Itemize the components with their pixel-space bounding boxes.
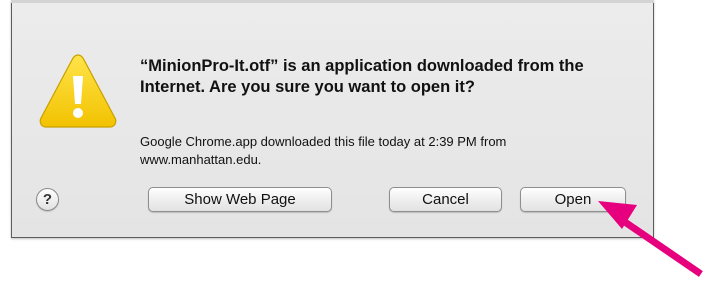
cancel-button[interactable]: Cancel — [389, 187, 502, 212]
screenshot-stage: “MinionPro-It.otf” is an application dow… — [0, 0, 704, 295]
dialog-top-edge — [11, 0, 654, 3]
alert-message: “MinionPro-It.otf” is an application dow… — [140, 57, 584, 96]
alert-informative-text: Google Chrome.app downloaded this file t… — [140, 134, 507, 167]
open-button[interactable]: Open — [520, 187, 626, 212]
help-button[interactable]: ? — [36, 188, 59, 211]
warning-icon — [39, 54, 117, 128]
show-web-page-button[interactable]: Show Web Page — [148, 187, 332, 212]
